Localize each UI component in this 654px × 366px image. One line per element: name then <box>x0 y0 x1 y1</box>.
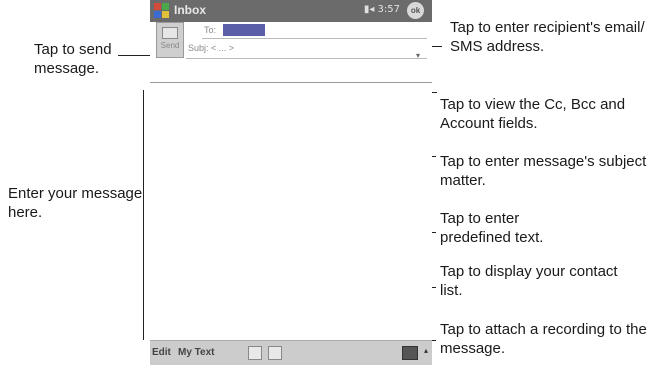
window-title: Inbox <box>174 3 206 17</box>
subject-label: Subj: <box>188 43 209 53</box>
signal-icon: ▮◂ <box>363 4 375 15</box>
callout-body: Enter your message here. <box>8 185 143 221</box>
input-arrow-icon[interactable]: ▴ <box>424 346 428 355</box>
keyboard-icon[interactable] <box>402 346 418 360</box>
message-body[interactable] <box>150 82 432 341</box>
start-menu-icon[interactable] <box>154 3 169 18</box>
to-label: To: <box>204 25 217 35</box>
status-time: ▮◂ 3:57 <box>363 4 400 15</box>
send-button[interactable]: Send <box>156 22 184 58</box>
device-screen: Inbox ▮◂ 3:57 ok Send To: Subj: < ... > … <box>150 0 432 366</box>
recording-icon[interactable] <box>268 346 282 360</box>
menu-edit[interactable]: Edit <box>152 347 171 358</box>
send-label: Send <box>160 41 180 50</box>
envelope-icon <box>162 27 178 39</box>
expand-fields-icon[interactable]: ▾ <box>413 51 423 61</box>
callout-contacts: Tap to display your contact list. <box>440 263 618 299</box>
contacts-icon[interactable] <box>248 346 262 360</box>
subject-field[interactable]: Subj: < ... > <box>188 43 234 53</box>
callout-recipient: Tap to enter recipient's email/ SMS addr… <box>450 19 645 55</box>
callout-recording: Tap to attach a recording to the message… <box>440 321 647 357</box>
callout-send: Tap to send message. <box>34 41 112 77</box>
callout-cc-bcc: Tap to view the Cc, Bcc and Account fiel… <box>440 96 626 132</box>
menu-bar: Edit My Text ▴ <box>150 340 432 365</box>
to-field[interactable] <box>223 24 265 36</box>
callout-subject: Tap to enter message's subject matter. <box>440 153 647 189</box>
menu-my-text[interactable]: My Text <box>178 347 215 358</box>
subject-value: < ... > <box>211 43 235 53</box>
callout-predefined: Tap to enter predefined text. <box>440 210 544 246</box>
to-divider <box>202 38 427 39</box>
title-bar: Inbox ▮◂ 3:57 ok <box>150 0 432 23</box>
leader-body <box>143 90 144 340</box>
subject-divider <box>186 58 427 59</box>
ok-button[interactable]: ok <box>407 2 424 19</box>
